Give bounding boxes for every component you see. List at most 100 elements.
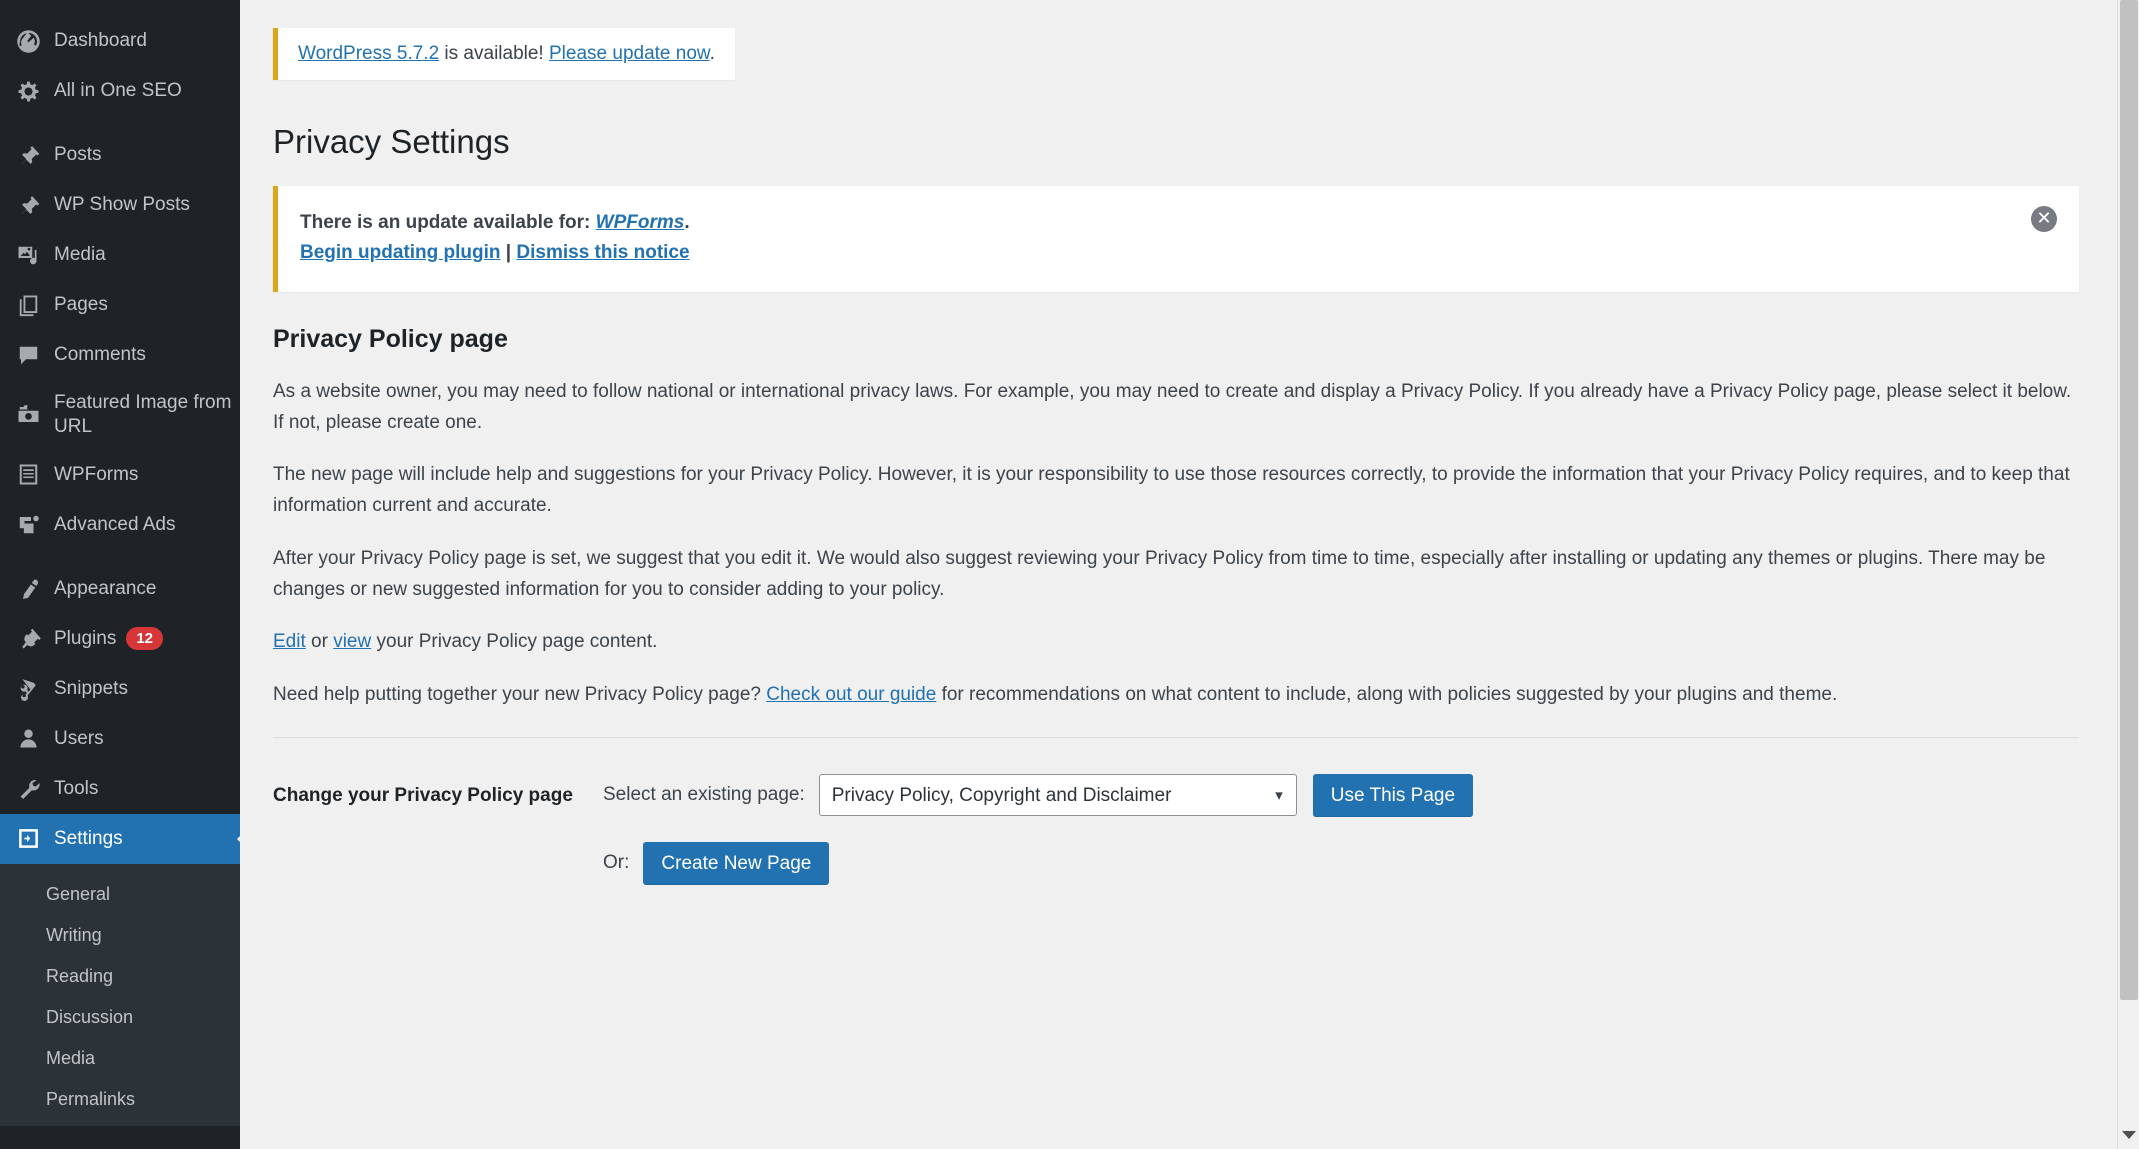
dismiss-this-notice-link[interactable]: Dismiss this notice bbox=[516, 242, 689, 263]
action-separator: | bbox=[500, 241, 517, 263]
or-label: Or: bbox=[603, 852, 630, 874]
sidebar-item-label: Dashboard bbox=[54, 30, 147, 52]
check-out-our-guide-link[interactable]: Check out our guide bbox=[766, 684, 936, 705]
sidebar-item-label: Posts bbox=[54, 144, 102, 166]
user-icon bbox=[14, 725, 42, 753]
settings-submenu: General Writing Reading Discussion Media… bbox=[0, 863, 240, 1126]
sidebar-item-tools[interactable]: Tools bbox=[0, 764, 240, 814]
brush-icon bbox=[14, 575, 42, 603]
section-divider bbox=[273, 737, 2079, 739]
plugins-update-badge: 12 bbox=[126, 626, 164, 651]
admin-page: Dashboard All in One SEO Posts WP Show P… bbox=[0, 0, 2139, 1149]
admin-sidebar: Dashboard All in One SEO Posts WP Show P… bbox=[0, 0, 240, 1149]
change-privacy-policy-form: Change your Privacy Policy page Select a… bbox=[273, 774, 2079, 910]
close-circle-icon[interactable]: ✕ bbox=[2031, 205, 2057, 232]
sidebar-item-featured-image-from-url[interactable]: Featured Image from URL bbox=[0, 380, 240, 450]
sidebar-item-settings[interactable]: Settings bbox=[0, 813, 240, 864]
edit-link[interactable]: Edit bbox=[273, 631, 306, 652]
sidebar-item-plugins[interactable]: Plugins 12 bbox=[0, 614, 240, 664]
settings-icon bbox=[14, 825, 42, 853]
sidebar-item-label: WP Show Posts bbox=[54, 194, 190, 216]
sidebar-divider bbox=[0, 116, 240, 130]
media-icon bbox=[14, 241, 42, 269]
sidebar-item-label: Plugins bbox=[54, 627, 117, 649]
use-this-page-button[interactable]: Use This Page bbox=[1312, 774, 1474, 817]
sidebar-item-label: Featured Image from URL bbox=[54, 392, 232, 437]
sidebar-item-label: Appearance bbox=[54, 577, 157, 599]
submenu-item-general[interactable]: General bbox=[0, 874, 240, 915]
wpforms-link[interactable]: WPForms bbox=[596, 212, 685, 233]
sidebar-item-wp-show-posts[interactable]: WP Show Posts bbox=[0, 180, 240, 230]
create-new-page-row: Or: Create New Page bbox=[603, 842, 2079, 885]
page-title: Privacy Settings bbox=[273, 123, 510, 160]
help-suffix-text: for recommendations on what content to i… bbox=[936, 684, 1838, 706]
dashboard-icon bbox=[14, 27, 42, 55]
sidebar-divider bbox=[0, 550, 240, 564]
form-fields: Select an existing page: Privacy Policy,… bbox=[603, 774, 2079, 910]
sidebar-item-label: WPForms bbox=[54, 463, 139, 485]
wrench-icon bbox=[14, 775, 42, 803]
select-page-label: Select an existing page: bbox=[603, 784, 805, 806]
sidebar-item-all-in-one-seo[interactable]: All in One SEO bbox=[0, 66, 240, 116]
scroll-down-arrow-icon[interactable] bbox=[2121, 1131, 2136, 1139]
sidebar-item-pages[interactable]: Pages bbox=[0, 280, 240, 330]
pages-icon bbox=[14, 291, 42, 319]
page-scrollbar[interactable] bbox=[2117, 0, 2139, 1149]
form-label: Change your Privacy Policy page bbox=[273, 785, 573, 807]
ads-icon bbox=[14, 511, 42, 539]
sidebar-item-comments[interactable]: Comments bbox=[0, 330, 240, 380]
pin-icon bbox=[14, 141, 42, 169]
sidebar-item-label: Tools bbox=[54, 777, 99, 799]
sidebar-item-wpforms[interactable]: WPForms bbox=[0, 450, 240, 500]
submenu-item-media[interactable]: Media bbox=[0, 1038, 240, 1079]
submenu-item-writing[interactable]: Writing bbox=[0, 915, 240, 956]
plugin-notice-prefix: There is an update available for: bbox=[300, 211, 596, 233]
plugin-update-notice: There is an update available for: WPForm… bbox=[273, 185, 2079, 292]
comment-icon bbox=[14, 341, 42, 369]
submenu-item-reading[interactable]: Reading bbox=[0, 956, 240, 997]
sidebar-item-media[interactable]: Media bbox=[0, 230, 240, 280]
submenu-item-permalinks[interactable]: Permalinks bbox=[0, 1079, 240, 1120]
sidebar-item-snippets[interactable]: Snippets bbox=[0, 664, 240, 714]
core-update-notice: WordPress 5.7.2 is available! Please upd… bbox=[273, 28, 735, 80]
please-update-now-link[interactable]: Please update now bbox=[549, 43, 710, 64]
plug-icon bbox=[14, 625, 42, 653]
seo-gear-icon bbox=[14, 77, 42, 105]
edit-suffix-text: your Privacy Policy page content. bbox=[371, 631, 658, 653]
begin-updating-plugin-link[interactable]: Begin updating plugin bbox=[300, 242, 501, 263]
page-select-wrapper: Privacy Policy, Copyright and Disclaimer… bbox=[818, 774, 1297, 817]
page-select[interactable]: Privacy Policy, Copyright and Disclaimer bbox=[818, 774, 1297, 817]
pin-icon bbox=[14, 191, 42, 219]
view-link[interactable]: view bbox=[333, 631, 371, 652]
sidebar-item-advanced-ads[interactable]: Advanced Ads bbox=[0, 500, 240, 550]
wordpress-version-link[interactable]: WordPress 5.7.2 bbox=[298, 43, 439, 64]
sidebar-item-label: Settings bbox=[54, 827, 123, 849]
form-icon bbox=[14, 461, 42, 489]
paragraph-intro: As a website owner, you may need to foll… bbox=[273, 380, 2072, 433]
plugin-notice-suffix: . bbox=[684, 211, 690, 233]
edit-view-line: Edit or view your Privacy Policy page co… bbox=[273, 627, 2079, 658]
submenu-item-discussion[interactable]: Discussion bbox=[0, 997, 240, 1038]
core-update-notice-text: is available! bbox=[439, 43, 549, 64]
sidebar-item-label: Users bbox=[54, 727, 104, 749]
select-existing-page-row: Select an existing page: Privacy Policy,… bbox=[603, 774, 2079, 817]
sidebar-item-dashboard[interactable]: Dashboard bbox=[0, 16, 240, 66]
scissors-icon bbox=[14, 675, 42, 703]
main-content: WordPress 5.7.2 is available! Please upd… bbox=[240, 0, 2139, 1149]
scrollbar-thumb[interactable] bbox=[2120, 0, 2138, 1000]
help-guide-line: Need help putting together your new Priv… bbox=[273, 680, 2079, 711]
sidebar-item-label: Comments bbox=[54, 344, 146, 366]
sidebar-item-users[interactable]: Users bbox=[0, 714, 240, 764]
sidebar-item-label: Pages bbox=[54, 294, 108, 316]
help-prefix-text: Need help putting together your new Priv… bbox=[273, 684, 767, 706]
sidebar-item-appearance[interactable]: Appearance bbox=[0, 564, 240, 614]
sidebar-item-label: Advanced Ads bbox=[54, 513, 176, 535]
section-heading: Privacy Policy page bbox=[273, 324, 508, 353]
sidebar-item-label: All in One SEO bbox=[54, 80, 182, 102]
plugin-notice-line1: There is an update available for: WPForm… bbox=[300, 212, 2057, 234]
paragraph-new-page: The new page will include help and sugge… bbox=[273, 464, 2070, 517]
core-update-notice-period: . bbox=[709, 43, 715, 64]
sidebar-item-posts[interactable]: Posts bbox=[0, 130, 240, 180]
create-new-page-button[interactable]: Create New Page bbox=[643, 842, 830, 885]
edit-middle-text: or bbox=[305, 631, 334, 653]
